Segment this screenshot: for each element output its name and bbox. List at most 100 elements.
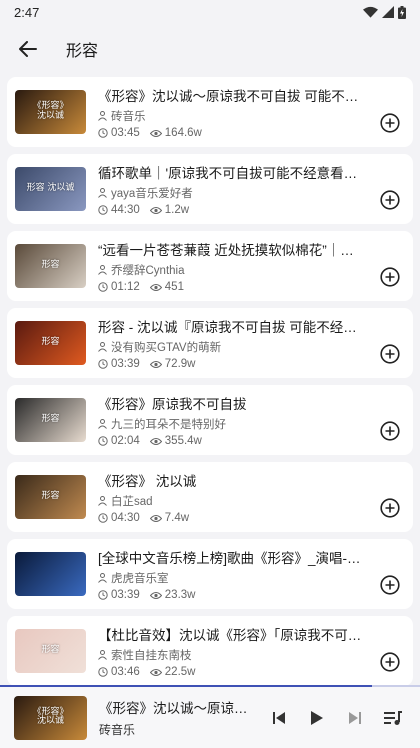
- duration-stat: 03:39: [98, 358, 140, 370]
- eye-icon: [149, 129, 162, 137]
- eye-icon: [149, 283, 162, 291]
- song-artist: 乔缨辞Cynthia: [111, 265, 185, 277]
- clock-icon: [98, 359, 108, 369]
- person-icon: [98, 573, 107, 583]
- song-duration: 44:30: [111, 204, 140, 216]
- play-icon: [311, 710, 323, 725]
- mini-player[interactable]: 《形容》 沈以诚 《形容》沈以诚～原谅… 砖音乐: [0, 685, 420, 748]
- queue-music-icon: [384, 710, 402, 725]
- song-info: 《形容》原谅我不可自拔九三的耳朵不是特别好 02:04 355.4w: [98, 393, 375, 447]
- song-card[interactable]: 形容 形容 - 沈以诚『原谅我不可自拔 可能不经意看你一… 没有购买GTAV的萌新 0…: [7, 308, 413, 378]
- eye-icon: [149, 437, 162, 445]
- song-card[interactable]: 《形容》 沈以诚 《形容》沈以诚～原谅我不可自拔 可能不经意看… 砖音乐 03:45 1…: [7, 77, 413, 147]
- add-circle-icon: [380, 575, 400, 595]
- plays-stat: 355.4w: [149, 435, 202, 447]
- player-info[interactable]: 《形容》沈以诚～原谅… 砖音乐: [99, 697, 249, 738]
- song-thumbnail-text: 《形容》 沈以诚: [32, 101, 69, 121]
- song-plays: 72.9w: [164, 358, 196, 370]
- plays-stat: 22.5w: [149, 666, 196, 678]
- add-to-playlist-button[interactable]: [375, 339, 405, 369]
- song-title: 《形容》 沈以诚: [98, 474, 197, 489]
- add-to-playlist-button[interactable]: [375, 647, 405, 677]
- song-artist-line: 九三的耳朵不是特别好: [98, 416, 367, 432]
- add-circle-icon: [380, 344, 400, 364]
- song-artist: yaya音乐爱好者: [111, 188, 193, 200]
- song-card[interactable]: 形容 “远看一片苍苍蒹葭 近处抚摸软似棉花”｜沈以诚《… 乔缨辞Cynthia 01:…: [7, 231, 413, 301]
- song-duration: 03:46: [111, 666, 140, 678]
- song-duration: 04:30: [111, 512, 140, 524]
- song-info: 《形容》沈以诚～原谅我不可自拔 可能不经意看… 砖音乐 03:45 164.6w: [98, 85, 375, 139]
- song-info: 循环歌单｜'原谅我不可自拔可能不经意看你一眼… yaya音乐爱好者 44:30 1.2…: [98, 162, 375, 216]
- song-plays: 355.4w: [164, 435, 202, 447]
- song-artist: 索性自挂东南枝: [111, 650, 192, 662]
- song-stats-line: 02:04 355.4w: [98, 435, 367, 447]
- song-stats-line: 04:30 7.4w: [98, 512, 367, 524]
- play-button[interactable]: [304, 705, 330, 731]
- plays-stat: 1.2w: [149, 204, 189, 216]
- person-icon: [98, 265, 107, 275]
- previous-button[interactable]: [266, 705, 292, 731]
- playlist-button[interactable]: [380, 705, 406, 731]
- song-title: 《形容》沈以诚～原谅我不可自拔 可能不经意看…: [98, 89, 367, 104]
- song-card[interactable]: 形容 【杜比音效】沈以诚《形容》「原谅我不可自拔 … 索性自挂东南枝 03:46 22.…: [7, 616, 413, 686]
- clock-icon: [98, 667, 108, 677]
- add-circle-icon: [380, 190, 400, 210]
- playback-progress[interactable]: [0, 685, 420, 687]
- duration-stat: 01:12: [98, 281, 140, 293]
- song-thumbnail: 形容: [15, 475, 86, 519]
- clock-icon: [98, 513, 108, 523]
- add-to-playlist-button[interactable]: [375, 570, 405, 600]
- add-to-playlist-button[interactable]: [375, 493, 405, 523]
- person-icon: [98, 496, 107, 506]
- plays-stat: 23.3w: [149, 589, 195, 601]
- song-artist-line: 白芷sad: [98, 493, 367, 509]
- song-thumbnail: 形容: [15, 321, 86, 365]
- person-icon: [98, 342, 107, 352]
- duration-stat: 03:39: [98, 589, 140, 601]
- next-button[interactable]: [342, 705, 368, 731]
- player-artist: 砖音乐: [99, 723, 136, 737]
- skip-previous-icon: [273, 711, 285, 724]
- song-duration: 02:04: [111, 435, 140, 447]
- status-bar: 2:47: [0, 0, 420, 24]
- song-title: 循环歌单｜'原谅我不可自拔可能不经意看你一眼…: [98, 166, 367, 181]
- add-to-playlist-button[interactable]: [375, 185, 405, 215]
- song-card[interactable]: 形容 沈以诚 循环歌单｜'原谅我不可自拔可能不经意看你一眼… yaya音乐爱好者 44…: [7, 154, 413, 224]
- song-card[interactable]: [全球中文音乐榜上榜]歌曲《形容》_演唱-沈以诚 虎虎音乐室 03:39 23.3w: [7, 539, 413, 609]
- player-title: 《形容》沈以诚～原谅…: [99, 701, 248, 716]
- song-artist: 白芷sad: [111, 496, 153, 508]
- duration-stat: 03:46: [98, 666, 140, 678]
- song-info: 《形容》 沈以诚白芷sad 04:30 7.4w: [98, 470, 375, 524]
- song-card[interactable]: 形容 《形容》原谅我不可自拔九三的耳朵不是特别好 02:04 355.4w: [7, 385, 413, 455]
- eye-icon: [149, 514, 162, 522]
- add-to-playlist-button[interactable]: [375, 416, 405, 446]
- song-thumbnail: 形容: [15, 629, 86, 673]
- add-to-playlist-button[interactable]: [375, 262, 405, 292]
- song-thumbnail-text: 形容: [41, 491, 60, 502]
- back-button[interactable]: [12, 33, 44, 65]
- song-card[interactable]: 形容 《形容》 沈以诚白芷sad 04:30 7.4w: [7, 462, 413, 532]
- plays-stat: 72.9w: [149, 358, 196, 370]
- song-title: 《形容》原谅我不可自拔: [98, 397, 247, 412]
- song-artist: 没有购买GTAV的萌新: [111, 342, 222, 354]
- song-thumbnail-text: 形容: [41, 414, 60, 425]
- song-artist-line: 虎虎音乐室: [98, 570, 367, 586]
- plays-stat: 451: [149, 281, 184, 293]
- eye-icon: [149, 591, 162, 599]
- plays-stat: 164.6w: [149, 127, 202, 139]
- add-to-playlist-button[interactable]: [375, 108, 405, 138]
- song-plays: 451: [164, 281, 184, 293]
- page-title: 形容: [66, 43, 99, 60]
- song-plays: 22.5w: [164, 666, 196, 678]
- person-icon: [98, 419, 107, 429]
- song-title: 形容 - 沈以诚『原谅我不可自拔 可能不经意看你一…: [98, 320, 367, 335]
- player-thumbnail: 《形容》 沈以诚: [14, 695, 87, 740]
- eye-icon: [149, 668, 162, 676]
- song-thumbnail: 形容: [15, 398, 86, 442]
- song-duration: 03:39: [111, 589, 140, 601]
- person-icon: [98, 188, 107, 198]
- song-artist: 虎虎音乐室: [111, 573, 169, 585]
- clock-icon: [98, 128, 108, 138]
- song-stats-line: 03:46 22.5w: [98, 666, 367, 678]
- song-thumbnail: 形容: [15, 244, 86, 288]
